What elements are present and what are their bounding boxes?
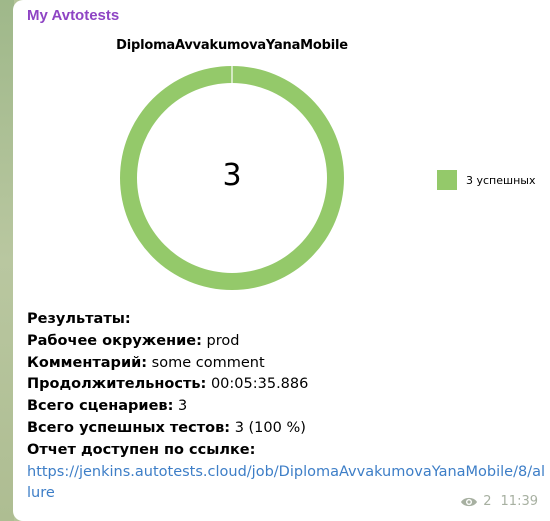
- scenarios-value: 3: [178, 398, 188, 415]
- duration-value: 00:05:35.886: [210, 376, 309, 393]
- scenarios-label: Всего сценариев:: [27, 398, 174, 415]
- results-heading: Результаты:: [27, 311, 131, 327]
- comment-value: some comment: [151, 354, 265, 371]
- comment-line: Комментарий: some comment: [27, 353, 547, 375]
- message-meta: 2 11:39: [460, 494, 538, 509]
- passed-value: 3 (100 %): [234, 419, 306, 436]
- chat-background: [0, 0, 14, 521]
- view-count: 2: [483, 494, 492, 509]
- duration-line: Продолжительность: 00:05:35.886: [27, 374, 547, 396]
- env-line: Рабочее окружение: prod: [27, 331, 547, 353]
- scenarios-line: Всего сценариев: 3: [27, 396, 547, 418]
- env-value: prod: [206, 332, 240, 349]
- legend-label: 3 успешных: [466, 173, 536, 187]
- env-label: Рабочее окружение:: [27, 332, 202, 349]
- passed-line: Всего успешных тестов: 3 (100 %): [27, 418, 547, 440]
- message-time: 11:39: [500, 494, 538, 509]
- message-bubble: My Avtotests DiplomaAvvakumovaYanaMobile…: [13, 0, 550, 521]
- donut-chart: [120, 65, 344, 290]
- passed-label: Всего успешных тестов:: [27, 419, 231, 436]
- chart-image[interactable]: DiplomaAvvakumovaYanaMobile 3 3 успешных: [27, 30, 546, 302]
- duration-label: Продолжительность:: [27, 376, 207, 393]
- chart-center-value: 3: [222, 158, 242, 193]
- eye-icon: [461, 497, 478, 506]
- chart-legend: 3 успешных: [437, 170, 535, 190]
- comment-label: Комментарий:: [27, 354, 148, 371]
- report-label: Отчет доступен по ссылке:: [27, 441, 256, 458]
- sender-name[interactable]: My Avtotests: [27, 7, 119, 24]
- legend-swatch: [437, 170, 457, 190]
- message-text: Результаты: Рабочее окружение: prod Комм…: [27, 309, 547, 505]
